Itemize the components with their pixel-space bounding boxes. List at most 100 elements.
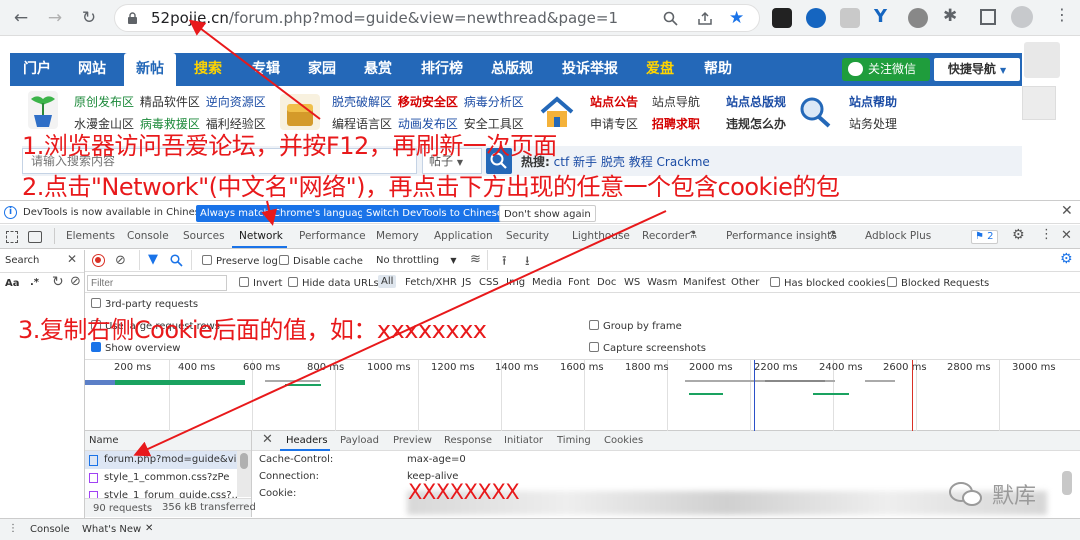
tab-adblock-plus[interactable]: Adblock Plus xyxy=(865,230,931,242)
issues-badge[interactable]: ⚑ 2 xyxy=(971,230,998,244)
filter-img[interactable]: Img xyxy=(506,277,525,288)
tab-timing[interactable]: Timing xyxy=(557,435,591,446)
tab-lighthouse[interactable]: Lighthouse xyxy=(572,230,630,242)
filter-funnel-icon[interactable]: ▼ xyxy=(148,252,158,267)
link-apply[interactable]: 申请专区 xyxy=(590,117,638,131)
tab-network[interactable]: Network xyxy=(239,230,283,242)
group-by-frame-checkbox[interactable]: Group by frame xyxy=(589,320,682,332)
nav-ranking[interactable]: 排行榜 xyxy=(410,53,474,86)
request-row[interactable]: style_1_forum_guide.css?... xyxy=(85,487,237,498)
nav-help[interactable]: 帮助 xyxy=(692,53,744,86)
download-icon[interactable]: ⭳ xyxy=(525,252,530,274)
link-jobs[interactable]: 招聘求职 xyxy=(652,117,700,131)
tab-cookies[interactable]: Cookies xyxy=(604,435,643,446)
scrollbar[interactable] xyxy=(237,451,251,497)
filter-manifest[interactable]: Manifest xyxy=(683,277,726,288)
always-match-language-button[interactable]: Always match Chrome's language xyxy=(196,205,374,222)
close-icon[interactable]: ✕ xyxy=(67,252,77,266)
nav-search[interactable]: 搜索 xyxy=(182,53,234,86)
tab-sources[interactable]: Sources xyxy=(183,230,225,242)
link-announcement[interactable]: 站点公告 xyxy=(590,95,638,109)
regex-icon[interactable]: .* xyxy=(30,277,39,288)
record-button[interactable] xyxy=(92,254,105,267)
upload-icon[interactable]: ⭱ xyxy=(502,252,507,274)
nav-rules[interactable]: 总版规 xyxy=(480,53,544,86)
search-icon[interactable] xyxy=(170,254,183,267)
preserve-log-checkbox[interactable]: Preserve log xyxy=(202,255,278,267)
filter-fetch-xhr[interactable]: Fetch/XHR xyxy=(405,277,457,288)
nav-aipan[interactable]: 爱盘 xyxy=(634,53,686,86)
refresh-icon[interactable]: ↻ xyxy=(52,274,64,290)
wechat-follow-button[interactable]: 关注微信 xyxy=(842,58,930,81)
link-virus-analysis[interactable]: 病毒分析区 xyxy=(464,95,524,109)
nav-home[interactable]: 家园 xyxy=(296,53,348,86)
device-toggle-icon[interactable] xyxy=(28,231,42,243)
filter-wasm[interactable]: Wasm xyxy=(647,277,677,288)
third-party-checkbox[interactable]: 3rd-party requests xyxy=(91,298,198,310)
nav-reward[interactable]: 悬赏 xyxy=(352,53,404,86)
hide-data-urls-checkbox[interactable]: Hide data URLs xyxy=(288,277,379,289)
tab-performance[interactable]: Performance xyxy=(299,230,366,242)
link-software[interactable]: 精品软件区 xyxy=(140,95,200,109)
close-icon[interactable]: ✕ xyxy=(145,523,153,534)
close-devtools-icon[interactable]: ✕ xyxy=(1061,228,1072,243)
nav-newthread[interactable]: 新帖 xyxy=(124,53,176,86)
inspect-element-icon[interactable] xyxy=(6,231,18,243)
throttling-select[interactable]: No throttling ▼ xyxy=(376,255,456,266)
filter-js[interactable]: JS xyxy=(462,277,471,288)
tab-recorder[interactable]: Recorder xyxy=(642,230,689,242)
zoom-icon[interactable] xyxy=(663,11,678,26)
tab-response[interactable]: Response xyxy=(444,435,492,446)
tab-elements[interactable]: Elements xyxy=(66,230,115,242)
tab-memory[interactable]: Memory xyxy=(376,230,419,242)
filter-doc[interactable]: Doc xyxy=(597,277,616,288)
nav-report[interactable]: 投诉举报 xyxy=(552,53,628,86)
tab-performance-insights[interactable]: Performance insights xyxy=(726,230,837,242)
menu-dots-icon[interactable]: ⋮ xyxy=(1054,6,1070,24)
link-site-affairs[interactable]: 站务处理 xyxy=(849,117,897,131)
filter-ws[interactable]: WS xyxy=(624,277,640,288)
close-icon[interactable]: ✕ xyxy=(262,432,273,447)
share-icon[interactable] xyxy=(697,11,713,26)
filter-media[interactable]: Media xyxy=(532,277,562,288)
user-avatar-icon[interactable] xyxy=(1022,86,1056,120)
drawer-tab-whats-new[interactable]: What's New xyxy=(82,524,141,535)
more-options-icon[interactable]: ⋮ xyxy=(1040,227,1053,242)
tab-preview[interactable]: Preview xyxy=(393,435,432,446)
tab-application[interactable]: Application xyxy=(434,230,493,242)
filter-css[interactable]: CSS xyxy=(479,277,499,288)
extension-icon-4[interactable]: Y xyxy=(874,6,887,27)
network-timeline-overview[interactable]: 200 ms 400 ms 600 ms 800 ms 1000 ms 1200… xyxy=(85,359,1080,432)
filter-font[interactable]: Font xyxy=(568,277,590,288)
dont-show-again-button[interactable]: Don't show again xyxy=(499,205,596,222)
nav-album[interactable]: 专辑 xyxy=(240,53,292,86)
tab-payload[interactable]: Payload xyxy=(340,435,379,446)
nav-portal[interactable]: 门户 xyxy=(12,53,62,86)
tab-security[interactable]: Security xyxy=(506,230,549,242)
reload-icon[interactable]: ↻ xyxy=(78,7,100,29)
link-violation[interactable]: 违规怎么办 xyxy=(726,117,786,131)
tab-initiator[interactable]: Initiator xyxy=(504,435,543,446)
back-icon[interactable]: ← xyxy=(10,7,32,29)
bookmark-star-icon[interactable]: ★ xyxy=(729,8,744,28)
switch-to-chinese-button[interactable]: Switch DevTools to Chinese xyxy=(362,205,507,222)
clear-icon[interactable]: ⊘ xyxy=(70,274,81,289)
filter-input[interactable] xyxy=(87,275,227,291)
link-unpack[interactable]: 脱壳破解区 xyxy=(332,95,392,109)
link-mobile-security[interactable]: 移动安全区 xyxy=(398,95,458,109)
wechat-side-icon[interactable] xyxy=(1024,42,1060,78)
match-case-icon[interactable]: Aa xyxy=(5,278,20,289)
blocked-requests-checkbox[interactable]: Blocked Requests xyxy=(887,277,989,289)
link-site-help[interactable]: 站点帮助 xyxy=(849,95,897,109)
network-settings-gear-icon[interactable]: ⚙ xyxy=(1060,251,1073,267)
request-row[interactable]: style_1_common.css?zPe xyxy=(85,469,237,487)
extension-icon-5[interactable] xyxy=(908,8,928,28)
link-site-rules[interactable]: 站点总版规 xyxy=(726,95,786,109)
link-original[interactable]: 原创发布区 xyxy=(74,95,134,109)
lock-icon[interactable] xyxy=(127,12,138,25)
clear-log-icon[interactable]: ⊘ xyxy=(115,253,126,268)
invert-checkbox[interactable]: Invert xyxy=(239,277,282,289)
drawer-tab-console[interactable]: Console xyxy=(30,524,70,535)
nav-site[interactable]: 网站 xyxy=(66,53,118,86)
link-site-nav[interactable]: 站点导航 xyxy=(652,95,700,109)
